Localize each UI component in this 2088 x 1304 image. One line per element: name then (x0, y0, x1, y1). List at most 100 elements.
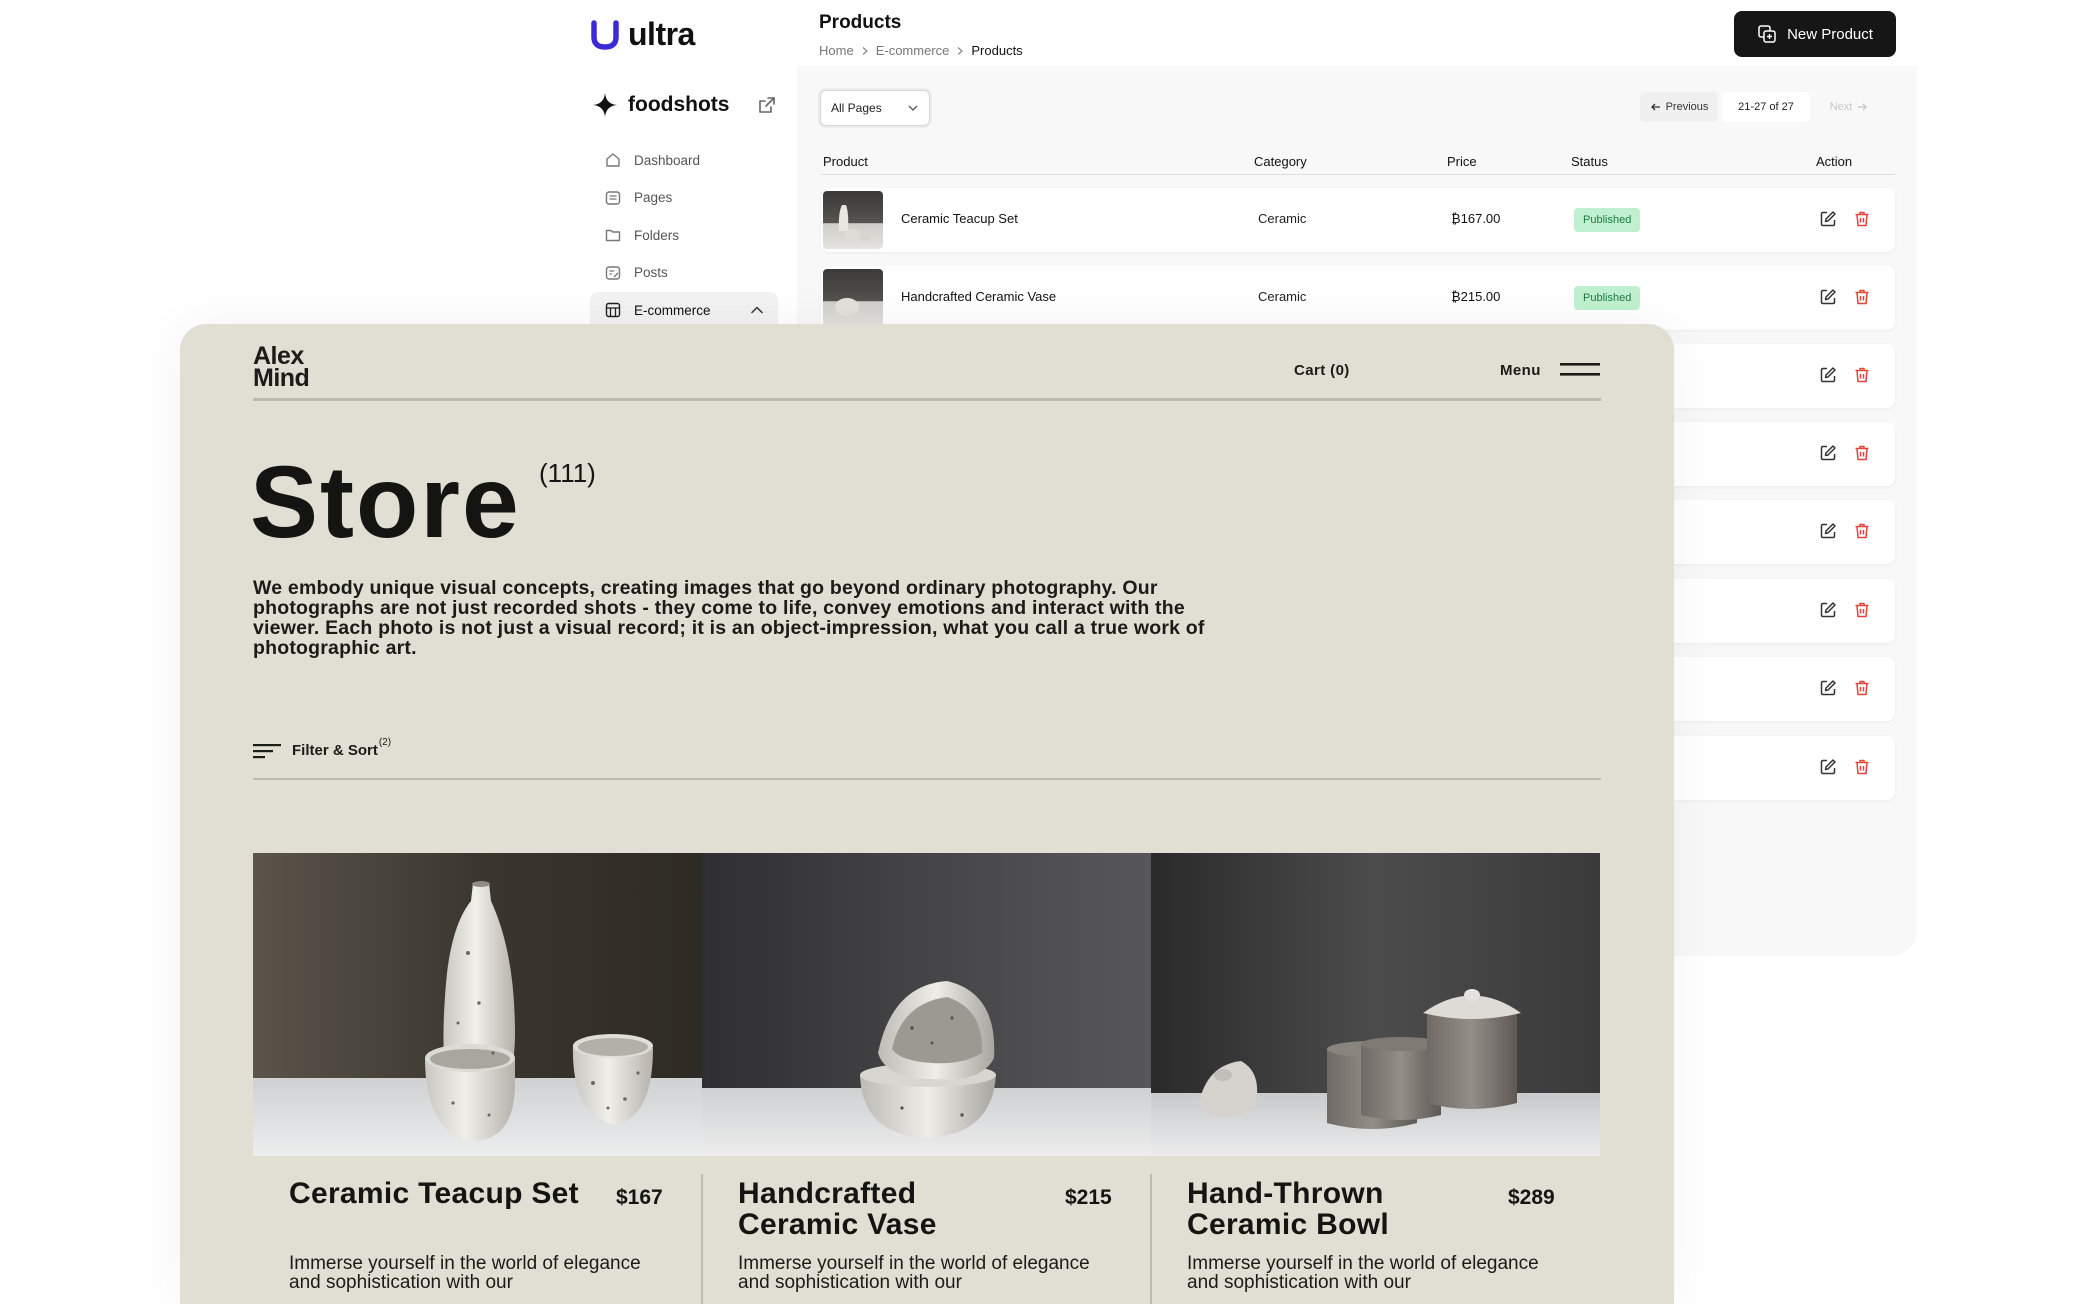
filter-sort-button[interactable]: Filter & Sort (2) (253, 737, 391, 759)
delete-icon[interactable] (1852, 757, 1872, 777)
column-divider (701, 1174, 703, 1304)
external-link-icon[interactable] (756, 94, 778, 116)
edit-icon[interactable] (1818, 521, 1838, 541)
store-page: Alex Mind Cart (0) Menu Store (111) We e… (180, 324, 1674, 1304)
pages-filter-select[interactable]: All Pages (820, 90, 930, 126)
product-description: Immerse yourself in the world of eleganc… (1187, 1253, 1539, 1293)
chevron-down-icon (908, 105, 918, 111)
filter-divider (253, 778, 1601, 780)
product-image-teacup-set[interactable] (253, 853, 702, 1156)
sidebar-nav: Dashboard Pages Folders Posts E-commerce (590, 142, 778, 330)
sidebar-item-pages[interactable]: Pages (590, 180, 778, 216)
product-title[interactable]: Handcrafted Ceramic Vase (738, 1178, 1038, 1240)
posts-icon (605, 265, 621, 280)
delete-icon[interactable] (1852, 600, 1872, 620)
sidebar-item-folders[interactable]: Folders (590, 217, 778, 253)
table-row[interactable]: Ceramic Teacup Set Ceramic ₿167.00 Publi… (821, 188, 1895, 252)
col-status[interactable]: Status (1571, 154, 1608, 169)
edit-icon[interactable] (1818, 443, 1838, 463)
sidebar-item-label: Folders (634, 227, 680, 243)
chevron-up-icon[interactable] (750, 303, 764, 317)
previous-page-button[interactable]: Previous (1640, 92, 1718, 122)
delete-icon[interactable] (1852, 287, 1872, 307)
product-name[interactable]: Ceramic Teacup Set (901, 211, 1018, 226)
product-description: Immerse yourself in the world of eleganc… (738, 1253, 1090, 1293)
sidebar-item-posts[interactable]: Posts (590, 255, 778, 291)
table-header: Product Category Price Status Action (821, 152, 1895, 175)
brand-logo[interactable]: Alex Mind (253, 342, 310, 392)
edit-icon[interactable] (1818, 287, 1838, 307)
delete-icon[interactable] (1852, 209, 1872, 229)
product-title[interactable]: Ceramic Teacup Set (289, 1178, 589, 1209)
product-count: (111) (539, 458, 596, 488)
sparkle-icon (593, 93, 617, 117)
sidebar-item-ecommerce[interactable]: E-commerce (590, 292, 778, 328)
new-product-button[interactable]: New Product (1734, 11, 1896, 57)
edit-icon[interactable] (1818, 600, 1838, 620)
chevron-right-icon (957, 46, 964, 55)
col-product[interactable]: Product (823, 154, 868, 169)
product-category: Ceramic (1258, 289, 1307, 304)
sidebar-item-label: Dashboard (634, 152, 701, 168)
product-price: $289 (1508, 1186, 1555, 1209)
edit-icon[interactable] (1818, 209, 1838, 229)
breadcrumb-home[interactable]: Home (819, 43, 854, 58)
store-icon (605, 302, 621, 318)
breadcrumb-ecommerce[interactable]: E-commerce (876, 43, 950, 58)
status-badge: Published (1574, 208, 1641, 232)
ultra-logo[interactable]: ultra (590, 16, 695, 53)
chevron-right-icon (862, 46, 868, 55)
product-price: ₿215.00 (1451, 289, 1501, 304)
edit-icon[interactable] (1818, 365, 1838, 385)
product-name[interactable]: Handcrafted Ceramic Vase (901, 289, 1056, 304)
filter-count: (2) (378, 737, 392, 748)
pages-icon (605, 190, 621, 205)
previous-label: Previous (1665, 101, 1709, 113)
delete-icon[interactable] (1852, 443, 1872, 463)
product-price: $167 (616, 1186, 663, 1209)
next-page-button[interactable]: Next (1814, 92, 1884, 122)
filter-lines-icon (253, 743, 281, 758)
delete-icon[interactable] (1852, 678, 1872, 698)
edit-icon[interactable] (1818, 757, 1838, 777)
product-image-ceramic-bowl[interactable] (1151, 853, 1600, 1156)
ultra-logo-icon (591, 19, 619, 50)
store-title: Store (250, 445, 521, 559)
product-thumbnail (823, 269, 883, 327)
product-category: Ceramic (1258, 211, 1307, 226)
folder-icon (605, 229, 621, 242)
brand-text: Alex Mind (253, 342, 310, 392)
edit-icon[interactable] (1818, 678, 1838, 698)
product-title[interactable]: Hand-Thrown Ceramic Bowl (1187, 1178, 1487, 1240)
sidebar-item-label: Pages (634, 190, 673, 205)
home-icon (606, 153, 620, 167)
cart-link[interactable]: Cart (0) (1294, 362, 1350, 379)
delete-icon[interactable] (1852, 365, 1872, 385)
sidebar-item-label: Posts (634, 265, 668, 280)
arrow-left-icon (1650, 103, 1660, 111)
status-badge: Published (1574, 286, 1641, 310)
sidebar-item-label: E-commerce (634, 302, 711, 318)
filter-sort-label: Filter & Sort (292, 742, 378, 759)
logo-text: ultra (628, 16, 695, 52)
table-row[interactable]: Handcrafted Ceramic Vase Ceramic ₿215.00… (821, 266, 1895, 330)
delete-icon[interactable] (1852, 521, 1872, 541)
col-action: Action (1816, 154, 1853, 169)
site-selector[interactable]: foodshots (592, 92, 778, 118)
column-divider (1150, 1174, 1152, 1304)
store-description: We embody unique visual concepts, creati… (253, 577, 1205, 659)
col-category[interactable]: Category (1254, 154, 1307, 169)
breadcrumb: Home E-commerce Products (819, 43, 1023, 58)
col-price[interactable]: Price (1447, 154, 1477, 169)
menu-button[interactable]: Menu (1500, 362, 1541, 379)
page-info: 21-27 of 27 (1722, 92, 1810, 122)
next-label: Next (1829, 101, 1853, 113)
pagination: Previous 21-27 of 27 Next (1640, 92, 1884, 122)
product-price: ₿167.00 (1451, 211, 1501, 226)
sidebar-item-dashboard[interactable]: Dashboard (590, 142, 778, 178)
product-description: Immerse yourself in the world of eleganc… (289, 1253, 641, 1293)
site-name: foodshots (628, 93, 730, 116)
hamburger-icon[interactable] (1560, 362, 1600, 378)
product-image-ceramic-vase[interactable] (702, 853, 1151, 1156)
page-title: Products (819, 12, 902, 33)
